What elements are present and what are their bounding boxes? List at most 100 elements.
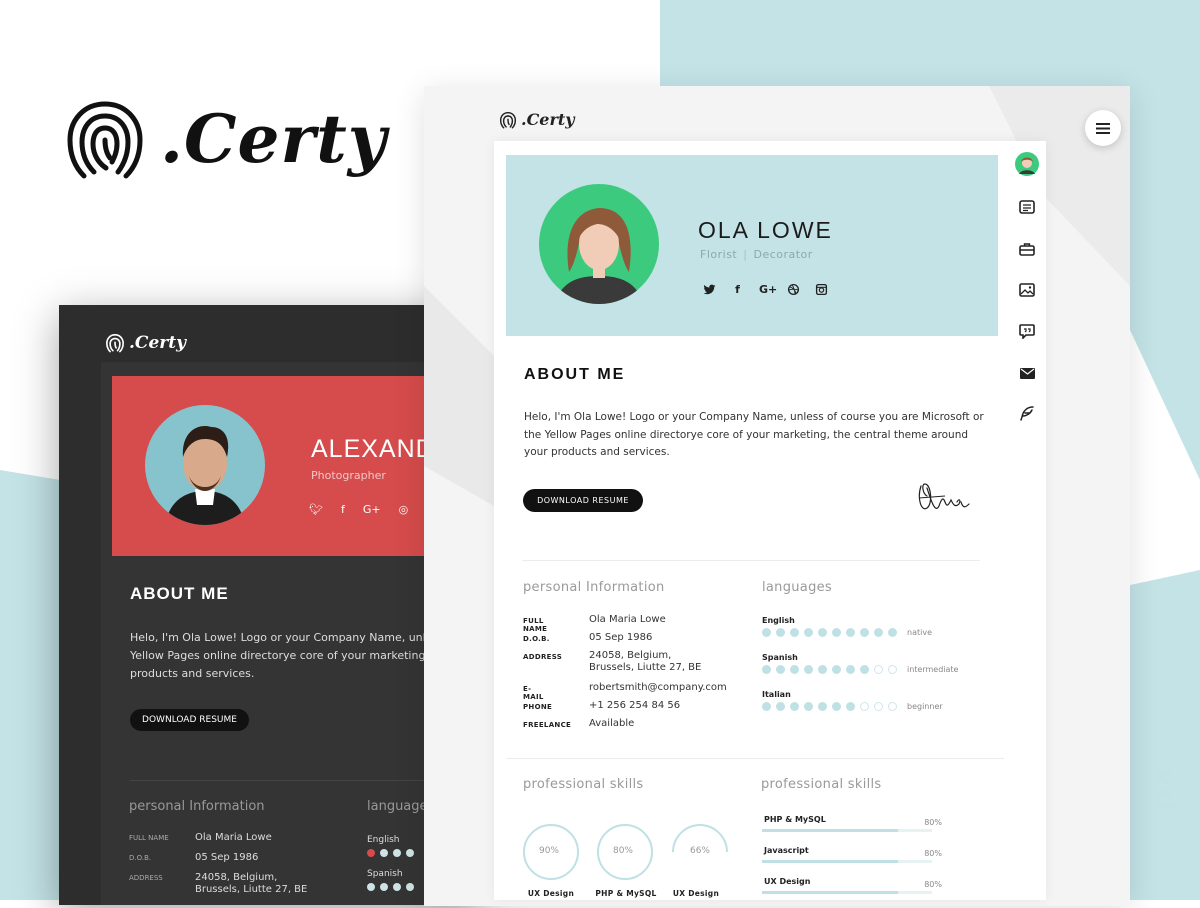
info-row: FULL NAME Ola Maria Lowe bbox=[129, 832, 315, 844]
nav-resume[interactable] bbox=[1012, 196, 1042, 218]
language-name: Spanish bbox=[367, 869, 403, 879]
skill-bar-row: UX Design 80% bbox=[762, 877, 942, 908]
language-level-label: native bbox=[907, 628, 932, 637]
language-name: Spanish bbox=[762, 653, 798, 662]
skill-bars: PHP & MySQL 80% Javascript 80% UX Design 80% bbox=[762, 815, 942, 908]
info-value: Ola Maria Lowe bbox=[195, 832, 272, 843]
info-value: 05 Sep 1986 bbox=[589, 632, 653, 643]
info-label: FULL NAME bbox=[129, 834, 169, 842]
language-level-label: intermediate bbox=[907, 665, 959, 674]
skill-bar-value: 80% bbox=[924, 880, 942, 889]
download-resume-button[interactable]: DOWNLOAD RESUME bbox=[130, 709, 249, 731]
nav-blog[interactable] bbox=[1012, 402, 1042, 424]
light-logo: .Certy bbox=[499, 110, 575, 129]
nav-avatar[interactable] bbox=[1012, 152, 1042, 176]
personal-info-heading: personal Information bbox=[523, 580, 665, 595]
skill-bar-fill bbox=[762, 860, 898, 863]
gallery-icon bbox=[1019, 283, 1035, 297]
skill-bar-row: Javascript 80% bbox=[762, 846, 942, 877]
language-level-row: native bbox=[762, 628, 958, 637]
social-links: 🐦︎ f G+ ◎ bbox=[309, 503, 408, 516]
skill-bar-track bbox=[762, 829, 932, 832]
menu-button[interactable] bbox=[1085, 110, 1121, 146]
language-name: English bbox=[367, 835, 400, 845]
about-text: Helo, I'm Ola Lowe! Logo or your Company… bbox=[524, 411, 984, 458]
language-level bbox=[367, 849, 414, 857]
level-dot bbox=[762, 702, 771, 711]
personal-info-list: FULL NAME Ola Maria Lowe D.O.B. 05 Sep 198… bbox=[129, 832, 315, 904]
level-dot bbox=[776, 628, 785, 637]
info-label: FREELANCE bbox=[523, 721, 572, 729]
dribbble-icon[interactable]: ◎ bbox=[399, 503, 409, 516]
info-row: D.O.B. 05 Sep 1986 bbox=[129, 852, 315, 864]
instagram-icon[interactable] bbox=[815, 283, 828, 296]
skill-bar-value: 80% bbox=[924, 849, 942, 858]
nav-testimonials[interactable] bbox=[1012, 320, 1042, 342]
light-logo-text: .Certy bbox=[521, 110, 575, 129]
profile-role: Photographer bbox=[311, 469, 386, 482]
info-row: ADDRESS 24058, Belgium, Brussels, Liutte … bbox=[129, 872, 315, 896]
level-dot bbox=[888, 665, 897, 674]
level-dot bbox=[846, 628, 855, 637]
languages-list: English Spanish bbox=[367, 835, 414, 903]
profile-name: ALEXAND bbox=[311, 435, 435, 463]
skill-bar-track bbox=[762, 860, 932, 863]
facebook-icon[interactable]: f bbox=[341, 503, 345, 516]
level-dot bbox=[790, 702, 799, 711]
level-dot bbox=[874, 628, 883, 637]
info-value: robertsmith@company.com bbox=[589, 682, 727, 693]
skill-ring-label: UX Design bbox=[527, 889, 575, 898]
info-label: ADDRESS bbox=[523, 653, 563, 661]
level-dot bbox=[790, 628, 799, 637]
language-level-dots bbox=[762, 665, 897, 674]
nav-contact[interactable] bbox=[1012, 362, 1042, 384]
level-dot bbox=[818, 628, 827, 637]
mail-icon bbox=[1019, 368, 1035, 379]
level-dot bbox=[832, 628, 841, 637]
skill-bar-track bbox=[762, 891, 932, 894]
fingerprint-icon bbox=[67, 101, 143, 179]
twitter-icon[interactable] bbox=[703, 283, 716, 296]
google-plus-icon[interactable]: G+ bbox=[759, 283, 777, 296]
facebook-icon[interactable]: f bbox=[731, 283, 744, 296]
skill-bar-fill bbox=[762, 891, 898, 894]
level-dot bbox=[846, 702, 855, 711]
level-dot bbox=[832, 702, 841, 711]
level-dot bbox=[846, 665, 855, 674]
fingerprint-icon bbox=[499, 111, 517, 128]
info-value: 05 Sep 1986 bbox=[195, 852, 259, 863]
skill-bar-fill bbox=[762, 829, 898, 832]
divider bbox=[522, 560, 980, 561]
twitter-icon[interactable]: 🐦︎ bbox=[309, 503, 323, 516]
level-dot bbox=[804, 665, 813, 674]
quote-bubble-icon bbox=[1019, 323, 1035, 339]
skill-ring-value: 90% bbox=[538, 846, 559, 856]
level-dot bbox=[818, 702, 827, 711]
skill-bar-row: PHP & MySQL 80% bbox=[762, 815, 942, 846]
info-value: +1 256 254 84 56 bbox=[589, 700, 681, 711]
divider bbox=[506, 758, 1004, 759]
signature-image bbox=[918, 483, 970, 510]
info-label: E-MAIL bbox=[523, 685, 544, 701]
dribbble-icon[interactable] bbox=[787, 283, 800, 296]
download-resume-button[interactable]: DOWNLOAD RESUME bbox=[523, 489, 643, 512]
info-value: Available bbox=[589, 718, 635, 729]
avatar-icon bbox=[1015, 152, 1039, 176]
language-level bbox=[367, 883, 414, 891]
level-dot bbox=[804, 702, 813, 711]
fingerprint-icon bbox=[106, 334, 124, 353]
google-plus-icon[interactable]: G+ bbox=[363, 503, 381, 516]
skill-bar-value: 80% bbox=[924, 818, 942, 827]
skill-ring-value: 66% bbox=[689, 846, 710, 856]
level-dot bbox=[874, 702, 883, 711]
skill-bar-label: PHP & MySQL bbox=[764, 815, 826, 824]
level-dot bbox=[860, 665, 869, 674]
info-label: ADDRESS bbox=[129, 874, 163, 882]
skills-heading: professional skills bbox=[523, 777, 644, 792]
nav-portfolio[interactable] bbox=[1012, 238, 1042, 260]
language-level-row: beginner bbox=[762, 702, 958, 711]
nav-gallery[interactable] bbox=[1012, 279, 1042, 301]
language-level-dots bbox=[762, 628, 897, 637]
profile-role: Florist bbox=[700, 248, 738, 261]
personal-info-heading: personal Information bbox=[129, 799, 265, 814]
